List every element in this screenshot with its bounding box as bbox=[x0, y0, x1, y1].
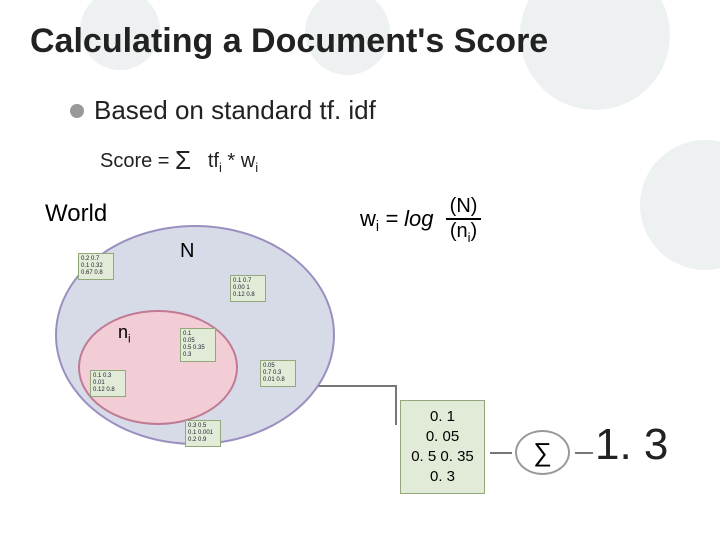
page-title: Calculating a Document's Score bbox=[30, 22, 548, 61]
sigma-oval: ∑ bbox=[515, 430, 570, 475]
fraction: (N) (ni) bbox=[446, 195, 482, 245]
doc-line: 0. 1 bbox=[405, 407, 480, 427]
doc-line: 0. 5 0. 35 bbox=[405, 447, 480, 467]
result-value: 1. 3 bbox=[595, 420, 668, 470]
mini-doc: 0.1 0.70.00 10.12 0.8 bbox=[230, 275, 266, 302]
wi-symbol: w bbox=[360, 206, 376, 231]
tf-label: tf bbox=[208, 150, 219, 172]
wi-formula: wi = log (N) (ni) bbox=[360, 195, 481, 245]
bullet-text: Based on standard tf. idf bbox=[94, 95, 376, 126]
frac-numerator: (N) bbox=[446, 195, 482, 218]
sigma-icon: ∑ bbox=[533, 437, 552, 468]
doc-line: 0. 3 bbox=[405, 467, 480, 487]
mini-doc: 0.10.050.5 0.350.3 bbox=[180, 328, 216, 362]
score-formula: Score = Σ tfi * wi bbox=[100, 145, 258, 176]
world-label: World bbox=[45, 200, 107, 228]
mini-doc: 0.2 0.70.1 0.320.67 0.8 bbox=[78, 253, 114, 280]
bullet-row: Based on standard tf. idf bbox=[70, 95, 376, 126]
bg-circle bbox=[640, 140, 720, 270]
star-w: * w bbox=[227, 150, 255, 172]
mini-doc: 0.3 0.50.1 0.0010.2 0.9 bbox=[185, 420, 221, 447]
n-label: N bbox=[180, 240, 194, 263]
mini-doc: 0.1 0.30.010.12 0.8 bbox=[90, 370, 126, 397]
arrow-line bbox=[395, 385, 397, 425]
arrow-line bbox=[490, 452, 512, 454]
doc-line: 0. 05 bbox=[405, 427, 480, 447]
frac-denominator: (ni) bbox=[446, 218, 482, 245]
arrow-line bbox=[575, 452, 593, 454]
sigma-symbol: Σ bbox=[175, 145, 191, 175]
ni-label: ni bbox=[118, 322, 131, 346]
mini-doc: 0.050.7 0.30.01 0.8 bbox=[260, 360, 296, 387]
eq-log: = log bbox=[385, 206, 433, 231]
selected-doc: 0. 1 0. 05 0. 5 0. 35 0. 3 bbox=[400, 400, 485, 494]
score-prefix: Score = bbox=[100, 150, 175, 172]
bullet-dot-icon bbox=[70, 104, 84, 118]
